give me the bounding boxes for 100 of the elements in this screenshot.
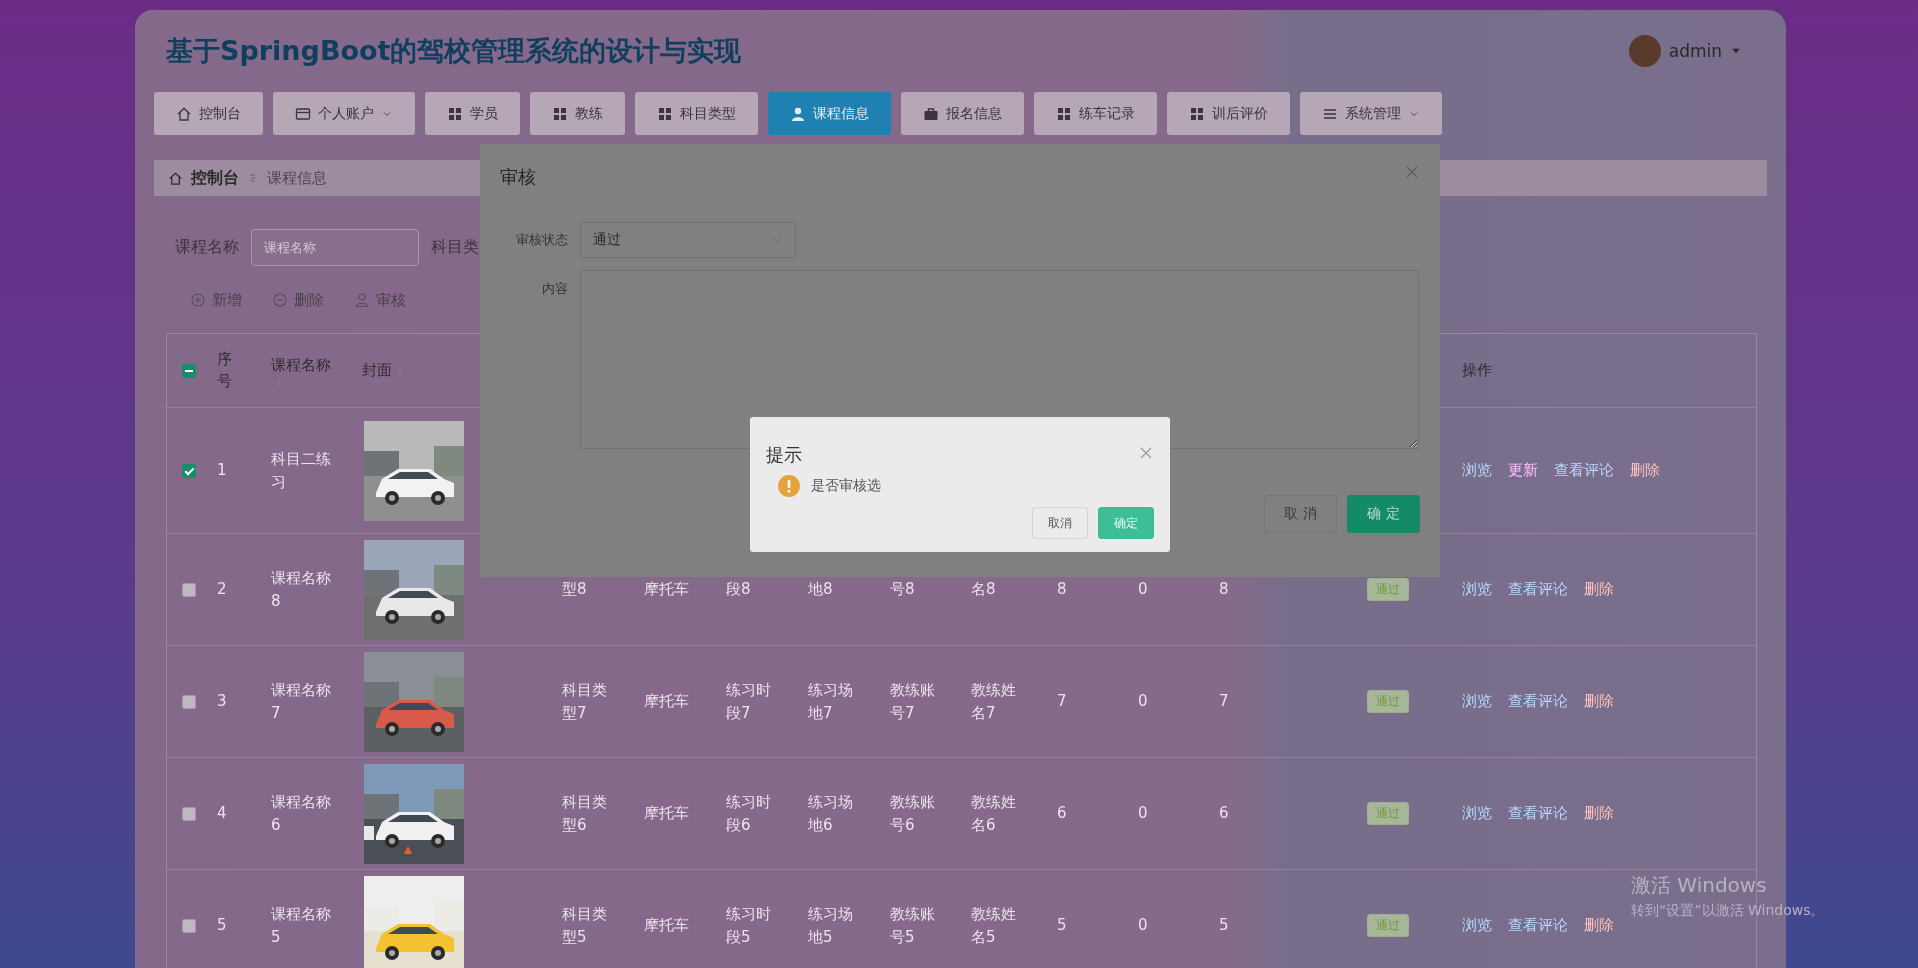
close-button[interactable]	[1138, 445, 1154, 461]
dialog-title: 提示	[766, 443, 802, 467]
activation-text: 转到“设置”以激活 Windows。	[1631, 902, 1825, 920]
table-cell-text: 摩托车	[644, 691, 689, 713]
grid-icon	[1056, 105, 1072, 122]
status-tag: 通过	[1367, 802, 1409, 825]
grid-icon	[447, 105, 463, 122]
dialog-title: 审核	[500, 165, 536, 189]
table-cell-text: 8	[1057, 579, 1067, 601]
home-icon	[176, 105, 192, 122]
action-link[interactable]: 浏览	[1462, 578, 1492, 601]
nav-tab[interactable]: 训后评价	[1167, 92, 1290, 135]
grid-icon	[657, 105, 673, 122]
confirm-button[interactable]: 确定	[1098, 507, 1154, 539]
nav-tab[interactable]: 控制台	[154, 92, 263, 135]
action-link[interactable]: 删除	[1630, 459, 1660, 482]
action-link[interactable]: 查看评论	[1508, 802, 1568, 825]
table-cell-text: 练习场地6	[808, 792, 854, 836]
table-cell-text: 练习时段5	[726, 904, 772, 948]
column-header: 操作	[1462, 360, 1492, 382]
table-cell-text: 4	[217, 803, 227, 825]
nav-tab[interactable]: 报名信息	[901, 92, 1024, 135]
confirm-button[interactable]: 确 定	[1347, 495, 1420, 533]
table-cell-text: 教练账号7	[890, 680, 936, 724]
table-cell-text: 地8	[808, 579, 833, 601]
table-cell-text: 5	[217, 915, 227, 937]
grid-icon	[552, 105, 568, 122]
action-link[interactable]: 浏览	[1462, 802, 1492, 825]
status-tag: 通过	[1367, 914, 1409, 937]
breadcrumb-link[interactable]: 控制台	[191, 167, 239, 189]
action-link[interactable]: 删除	[1584, 690, 1614, 713]
table-cell-text: 教练账号5	[890, 904, 936, 948]
user-name[interactable]: admin	[1668, 41, 1722, 61]
close-icon	[1138, 445, 1154, 461]
table-cell-text: 练习场地5	[808, 904, 854, 948]
table-cell-text: 8	[1219, 579, 1229, 601]
nav-tab[interactable]: 练车记录	[1034, 92, 1157, 135]
table-cell-text: 课程名称8	[271, 568, 332, 612]
table-cell-text: 练习场地7	[808, 680, 854, 724]
toolbar-button[interactable]: 删除	[272, 290, 324, 310]
table-cell-text: 1	[217, 460, 227, 482]
status-tag: 通过	[1367, 690, 1409, 713]
minus-circle-icon	[272, 292, 288, 308]
table-cell-text: 科目类型7	[562, 680, 608, 724]
nav-tab[interactable]: 科目类型	[635, 92, 758, 135]
column-header: 课程名称	[271, 355, 332, 377]
field-label: 内容	[541, 280, 568, 298]
nav-tab[interactable]: 个人账户	[273, 92, 415, 135]
table-cell-text: 5	[1057, 915, 1067, 937]
action-link[interactable]: 删除	[1584, 802, 1614, 825]
wallet-icon	[295, 105, 311, 122]
checkbox[interactable]	[182, 694, 196, 709]
action-link[interactable]: 删除	[1584, 914, 1614, 937]
table-cell-text: 0	[1138, 915, 1148, 937]
table-cell-text: 练习时段6	[726, 792, 772, 836]
status-select[interactable]: 通过	[580, 222, 796, 258]
table-cell-text: 2	[217, 579, 227, 601]
close-button[interactable]	[1404, 164, 1420, 180]
cancel-button[interactable]: 取 消	[1264, 495, 1337, 533]
action-link[interactable]: 删除	[1584, 578, 1614, 601]
breadcrumb-link[interactable]: 课程信息	[267, 168, 327, 188]
table-cell-text: 课程名称7	[271, 680, 332, 724]
table-cell-text: 5	[1219, 915, 1229, 937]
action-link[interactable]: 浏览	[1462, 914, 1492, 937]
checkbox[interactable]	[182, 463, 196, 478]
table-cell-text: 6	[1219, 803, 1229, 825]
avatar[interactable]	[1628, 35, 1661, 67]
nav-tab[interactable]: 学员	[425, 92, 520, 135]
action-link[interactable]: 查看评论	[1508, 578, 1568, 601]
table-cell-text: 科目类型6	[562, 792, 608, 836]
action-link[interactable]: 查看评论	[1554, 459, 1614, 482]
table-cell-text: 0	[1138, 579, 1148, 601]
table-cell-text: 摩托车	[644, 579, 689, 601]
cancel-button[interactable]: 取消	[1032, 507, 1088, 539]
briefcase-icon	[923, 105, 939, 122]
checkbox[interactable]	[182, 806, 196, 821]
checkbox[interactable]	[182, 363, 196, 378]
activation-title: 激活 Windows	[1631, 872, 1768, 899]
table-cell-text: 0	[1138, 803, 1148, 825]
checkbox[interactable]	[182, 918, 196, 933]
action-link[interactable]: 浏览	[1462, 459, 1492, 482]
action-link[interactable]: 浏览	[1462, 690, 1492, 713]
nav-tab[interactable]: 课程信息	[768, 92, 891, 135]
table-cell-text: 段8	[726, 579, 751, 601]
action-link[interactable]: 查看评论	[1508, 690, 1568, 713]
warning-icon	[778, 475, 800, 497]
nav-tab[interactable]: 系统管理	[1300, 92, 1442, 135]
column-header: 封面	[362, 360, 392, 382]
checkbox[interactable]	[182, 582, 196, 597]
nav-tab[interactable]: 教练	[530, 92, 625, 135]
table-cell-text: 课程名称6	[271, 792, 332, 836]
search-field[interactable]: 课程名称	[251, 229, 419, 266]
table-cell-text: 科目类型5	[562, 904, 608, 948]
user-icon	[790, 105, 806, 122]
toolbar-button[interactable]: 新增	[190, 290, 242, 310]
action-link[interactable]: 更新	[1508, 459, 1538, 482]
toolbar-button[interactable]: 审核	[354, 290, 406, 310]
field-label: 科目类	[431, 237, 479, 258]
action-link[interactable]: 查看评论	[1508, 914, 1568, 937]
field-label: 审核状态	[515, 231, 568, 249]
